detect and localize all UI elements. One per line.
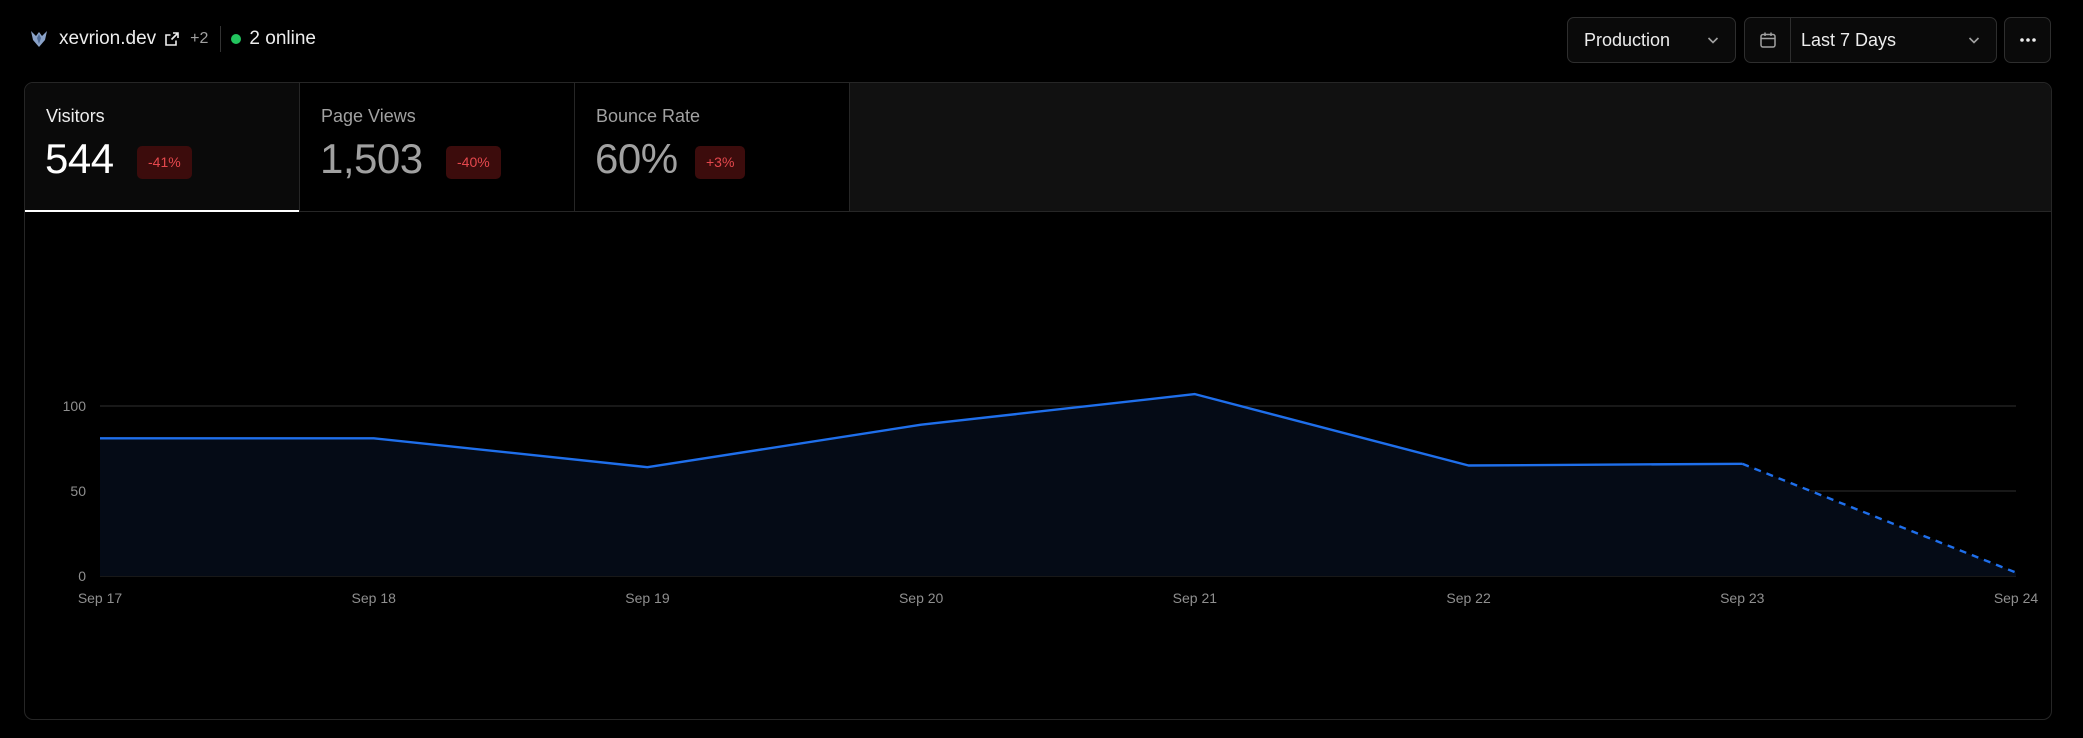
stat-tab-visitors[interactable]: Visitors 544 -41%	[25, 83, 300, 212]
environment-value: Production	[1584, 29, 1671, 50]
project-name-link[interactable]: xevrion.dev	[59, 28, 156, 50]
bird-logo-icon	[31, 31, 47, 47]
change-badge: +3%	[695, 146, 746, 179]
visitors-chart: 0 50 100 Sep 17 Sep 18 Sep 19 Sep 20 Sep 21 Sep …	[63, 392, 2039, 606]
top-bar: xevrion.dev +2 2 online Production Last …	[0, 0, 2083, 80]
x-tick-label: Sep 18	[352, 590, 397, 606]
x-tick-label: Sep 22	[1446, 590, 1491, 606]
project-extra-count[interactable]: +2	[190, 30, 208, 48]
y-tick-label: 50	[70, 483, 86, 499]
external-link-icon[interactable]	[164, 31, 180, 47]
x-tick-label: Sep 23	[1720, 590, 1765, 606]
stats-tabs: Visitors 544 -41% Page Views 1,503 -40% …	[25, 83, 2051, 212]
date-range-select[interactable]: Last 7 Days	[1744, 17, 1997, 63]
area-fill	[100, 394, 2016, 576]
divider	[220, 26, 222, 52]
stat-value: 1,503	[320, 135, 423, 182]
stat-value: 60%	[595, 135, 678, 182]
y-tick-label: 100	[63, 398, 87, 414]
online-status-dot	[231, 34, 242, 44]
stat-tab-page-views[interactable]: Page Views 1,503 -40%	[300, 83, 575, 211]
change-badge: -40%	[446, 146, 501, 179]
environment-select[interactable]: Production	[1567, 17, 1736, 63]
more-options-button[interactable]	[2004, 17, 2051, 63]
x-tick-label: Sep 20	[899, 590, 944, 606]
project-header: xevrion.dev +2 2 online	[28, 24, 316, 54]
x-tick-label: Sep 24	[1994, 590, 2039, 606]
calendar-button[interactable]	[1745, 18, 1791, 62]
stat-label: Bounce Rate	[596, 106, 701, 126]
y-tick-label: 0	[78, 568, 86, 584]
stat-value: 544	[45, 135, 114, 182]
more-horizontal-icon	[2019, 38, 2036, 42]
chevron-down-icon	[1968, 37, 1980, 44]
stat-label: Page Views	[321, 106, 416, 126]
chevron-down-icon	[1707, 37, 1719, 44]
change-badge: -41%	[137, 146, 192, 179]
x-tick-label: Sep 17	[78, 590, 123, 606]
x-tick-label: Sep 19	[625, 590, 670, 606]
date-range-value: Last 7 Days	[1801, 29, 1897, 50]
stat-tab-bounce-rate[interactable]: Bounce Rate 60% +3%	[575, 83, 850, 211]
analytics-card: Visitors 544 -41% Page Views 1,503 -40% …	[24, 82, 2052, 720]
calendar-icon	[1759, 32, 1776, 48]
date-range-label: Last 7 Days	[1791, 30, 1996, 51]
stat-label: Visitors	[46, 106, 105, 126]
online-count: 2 online	[249, 28, 316, 49]
x-tick-label: Sep 21	[1173, 590, 1218, 606]
